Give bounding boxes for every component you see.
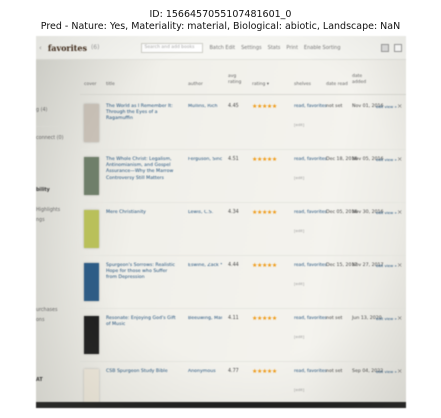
- book-cover[interactable]: [84, 104, 99, 142]
- enable-sorting-link[interactable]: Enable Sorting: [304, 45, 341, 51]
- list-view-icon[interactable]: [394, 43, 402, 52]
- edit-shelves-link[interactable]: [edit]: [294, 228, 304, 233]
- star-rating[interactable]: ★★★★★: [252, 209, 277, 216]
- bottom-edge: [36, 402, 406, 408]
- grid-view-icon[interactable]: [381, 43, 389, 52]
- col-author[interactable]: author: [188, 82, 203, 88]
- remove-icon[interactable]: ×: [397, 208, 402, 216]
- search-input[interactable]: Search and add books: [141, 42, 204, 53]
- sidebar-item[interactable]: g (4): [36, 108, 47, 113]
- left-sidebar: g (4) connect (0) bility Highlights ngs …: [36, 60, 80, 408]
- book-row[interactable]: The World as I Remember It: Through the …: [80, 98, 406, 150]
- prediction-caption: Pred - Nature: Yes, Materiality: materia…: [40, 21, 401, 32]
- book-title[interactable]: Spurgeon's Sorrows: Realistic Hope for t…: [106, 263, 178, 282]
- col-shelves[interactable]: shelves: [294, 82, 311, 88]
- edit-shelves-link[interactable]: [edit]: [294, 122, 304, 127]
- col-date-added[interactable]: date added: [352, 74, 368, 86]
- shelves[interactable]: read, favorites: [294, 210, 327, 216]
- book-title[interactable]: The Whole Christ: Legalism, Antinomianis…: [106, 157, 178, 182]
- book-author[interactable]: Eswine, Zack *: [188, 263, 222, 269]
- shelves[interactable]: read, favorites: [294, 369, 327, 375]
- star-rating[interactable]: ★★★★★: [252, 156, 277, 163]
- star-rating[interactable]: ★★★★★: [252, 315, 277, 322]
- shelf-count: (6): [90, 44, 100, 51]
- remove-icon[interactable]: ×: [397, 314, 402, 322]
- date-read: not set: [326, 104, 343, 109]
- sidebar-item[interactable]: ons: [36, 318, 44, 323]
- book-cover[interactable]: [84, 316, 99, 354]
- book-cover[interactable]: [84, 210, 99, 248]
- chevron-left-icon: ‹: [39, 43, 42, 52]
- col-date-read[interactable]: date read: [326, 82, 348, 88]
- remove-icon[interactable]: ×: [397, 102, 402, 110]
- sidebar-heading: AT: [36, 378, 43, 383]
- shelves[interactable]: read, favorites: [294, 263, 327, 269]
- shelves[interactable]: read, favorites: [294, 157, 327, 163]
- sidebar-heading: bility: [36, 188, 50, 193]
- sidebar-item[interactable]: connect (0): [36, 136, 63, 141]
- edit-shelves-link[interactable]: [edit]: [294, 175, 304, 180]
- header-divider: [80, 94, 406, 95]
- book-row[interactable]: The Whole Christ: Legalism, Antinomianis…: [80, 151, 406, 203]
- stats-link[interactable]: Stats: [268, 45, 281, 51]
- book-row[interactable]: Mere Christianity Lewis, C.S. 4.34 ★★★★★ rea…: [80, 204, 406, 256]
- image-id-caption: ID: 1566457055107481601_0: [149, 9, 292, 20]
- shelves[interactable]: read, favorites: [294, 316, 327, 322]
- print-link[interactable]: Print: [286, 45, 298, 51]
- edit-view-link[interactable]: edit view »: [376, 157, 397, 162]
- date-read: not set: [326, 369, 343, 374]
- sidebar-item[interactable]: urchases: [36, 308, 57, 313]
- edit-view-link[interactable]: edit view »: [376, 369, 397, 374]
- book-title[interactable]: The World as I Remember It: Through the …: [106, 104, 178, 123]
- book-author[interactable]: Beeuwing, Mark: [188, 316, 222, 322]
- col-title[interactable]: title: [106, 82, 115, 88]
- remove-icon[interactable]: ×: [397, 261, 402, 269]
- avg-rating: 4.44: [228, 263, 239, 268]
- book-row[interactable]: Spurgeon's Sorrows: Realistic Hope for t…: [80, 257, 406, 309]
- star-rating[interactable]: ★★★★★: [252, 262, 277, 269]
- remove-icon[interactable]: ×: [397, 367, 402, 375]
- star-rating[interactable]: ★★★★★: [252, 103, 277, 110]
- edit-shelves-link[interactable]: [edit]: [294, 281, 304, 286]
- avg-rating: 4.51: [228, 157, 239, 162]
- batch-edit-link[interactable]: Batch Edit: [209, 45, 235, 51]
- avg-rating: 4.34: [228, 210, 239, 215]
- edit-view-link[interactable]: edit view »: [376, 210, 397, 215]
- shelf-title: favorites: [47, 42, 87, 53]
- book-cover[interactable]: [84, 157, 99, 195]
- sidebar-item[interactable]: Highlights: [36, 208, 60, 213]
- book-author[interactable]: Ferguson, Sinclair B.: [188, 157, 222, 163]
- shelf-header: ‹ favorites (6) Search and add books Bat…: [36, 36, 406, 60]
- col-cover[interactable]: cover: [84, 82, 97, 88]
- book-author[interactable]: Mullins, Rich: [188, 104, 222, 110]
- book-row[interactable]: Resonate: Enjoying God's Gift of Music Be…: [80, 310, 406, 362]
- edit-view-link[interactable]: edit view »: [376, 316, 397, 321]
- date-read: not set: [326, 316, 343, 321]
- avg-rating: 4.11: [228, 316, 239, 321]
- edit-view-link[interactable]: edit view »: [376, 104, 397, 109]
- star-rating[interactable]: ★★★★★: [252, 368, 277, 375]
- book-title[interactable]: CSB Spurgeon Study Bible: [106, 369, 178, 375]
- avg-rating: 4.77: [228, 369, 239, 374]
- book-title[interactable]: Resonate: Enjoying God's Gift of Music: [106, 316, 178, 328]
- book-author[interactable]: Lewis, C.S.: [188, 210, 222, 216]
- book-cover[interactable]: [84, 263, 99, 301]
- col-rating[interactable]: rating ▾: [252, 82, 269, 88]
- screen-photo: ‹ favorites (6) Search and add books Bat…: [36, 36, 406, 408]
- edit-shelves-link[interactable]: [edit]: [294, 334, 304, 339]
- sidebar-item[interactable]: ngs: [36, 218, 45, 223]
- avg-rating: 4.45: [228, 104, 239, 109]
- book-author[interactable]: Anonymous: [188, 369, 222, 375]
- settings-link[interactable]: Settings: [241, 45, 262, 51]
- shelves[interactable]: read, favorites: [294, 104, 327, 110]
- book-title[interactable]: Mere Christianity: [106, 210, 178, 216]
- col-avg-rating[interactable]: avg rating: [228, 74, 244, 86]
- edit-view-link[interactable]: edit view »: [376, 263, 397, 268]
- edit-shelves-link[interactable]: [edit]: [294, 387, 304, 392]
- remove-icon[interactable]: ×: [397, 155, 402, 163]
